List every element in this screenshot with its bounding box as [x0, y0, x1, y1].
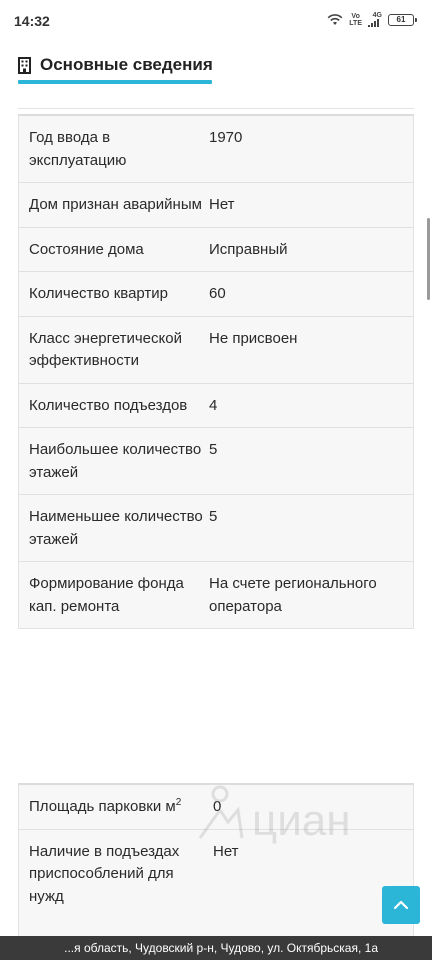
row-value: Не присвоен [209, 329, 298, 347]
address-bar[interactable]: ...я область, Чудовский р-н, Чудово, ул.… [0, 936, 432, 960]
table-row: Дом признан аварийным Нет [19, 183, 413, 228]
table-row: Год ввода в эксплуатацию 1970 [19, 116, 413, 183]
scroll-to-top-button[interactable] [382, 886, 420, 924]
table-row: Состояние дома Исправный [19, 228, 413, 272]
row-label-superscript: 2 [175, 797, 182, 808]
row-value: Нет [213, 842, 239, 860]
row-label: Наибольшее количество этажей [29, 441, 202, 481]
section-header: Основные сведения [18, 55, 213, 75]
scrollbar[interactable] [427, 218, 430, 300]
table-row: Количество подъездов 4 [19, 384, 413, 428]
section-title: Основные сведения [40, 55, 213, 74]
address-text: ...я область, Чудовский р-н, Чудово, ул.… [64, 941, 378, 955]
row-value: На счете регионального оператора [209, 575, 377, 615]
row-label: Дом признан аварийным [29, 196, 202, 213]
row-label: Площадь парковки м2 [29, 796, 209, 819]
table-row: Количество квартир 60 [19, 272, 413, 317]
row-value: Нет [209, 196, 235, 213]
table-row: Площадь парковки м2 0 [19, 785, 413, 830]
row-value: 1970 [209, 129, 243, 146]
table-row: Наибольшее количество этажей 5 [19, 428, 413, 495]
network-4g-label: 4G [372, 12, 382, 19]
section-underline [18, 80, 212, 84]
row-label: Формирование фонда кап. ремонта [29, 575, 184, 615]
table-row: Формирование фонда кап. ремонта На счете… [19, 562, 413, 628]
signal-icon: 4G [368, 12, 382, 27]
table-row: Наименьшее количество этажей 5 [19, 495, 413, 562]
status-icons: Vo LTE 4G 61 [327, 12, 417, 27]
row-value: 4 [209, 396, 218, 414]
building-icon [18, 56, 31, 74]
row-label-text: Площадь парковки м [29, 798, 176, 815]
row-value: 5 [209, 508, 218, 525]
status-time: 14:32 [14, 13, 50, 29]
row-value: 0 [213, 798, 222, 815]
row-label: Наличие в подъездах приспособлений для н… [29, 842, 180, 905]
table-row: Класс энергетической эффективности Не пр… [19, 317, 413, 384]
volte-icon: Vo LTE [349, 12, 362, 27]
row-label: Состояние дома [29, 240, 144, 258]
row-label: Количество квартир [29, 285, 169, 302]
wifi-icon [327, 13, 343, 25]
row-label: Наименьшее количество этажей [29, 508, 203, 548]
row-value: Исправный [209, 240, 288, 258]
divider [18, 108, 414, 109]
row-label: Количество подъездов [29, 396, 188, 414]
parking-info-table: Площадь парковки м2 0 Наличие в подъезда… [18, 783, 414, 943]
status-bar: 14:32 Vo LTE 4G 61 [0, 0, 432, 42]
row-label: Класс энергетической эффективности [29, 329, 182, 370]
row-value: 5 [209, 441, 218, 458]
chevron-up-icon [393, 900, 409, 910]
battery-icon: 61 [388, 13, 417, 26]
building-info-table: Год ввода в эксплуатацию 1970 Дом призна… [18, 114, 414, 629]
row-label: Год ввода в эксплуатацию [29, 129, 127, 169]
battery-level: 61 [396, 14, 406, 24]
table-row: Наличие в подъездах приспособлений для н… [19, 830, 413, 919]
row-value: 60 [209, 285, 226, 302]
